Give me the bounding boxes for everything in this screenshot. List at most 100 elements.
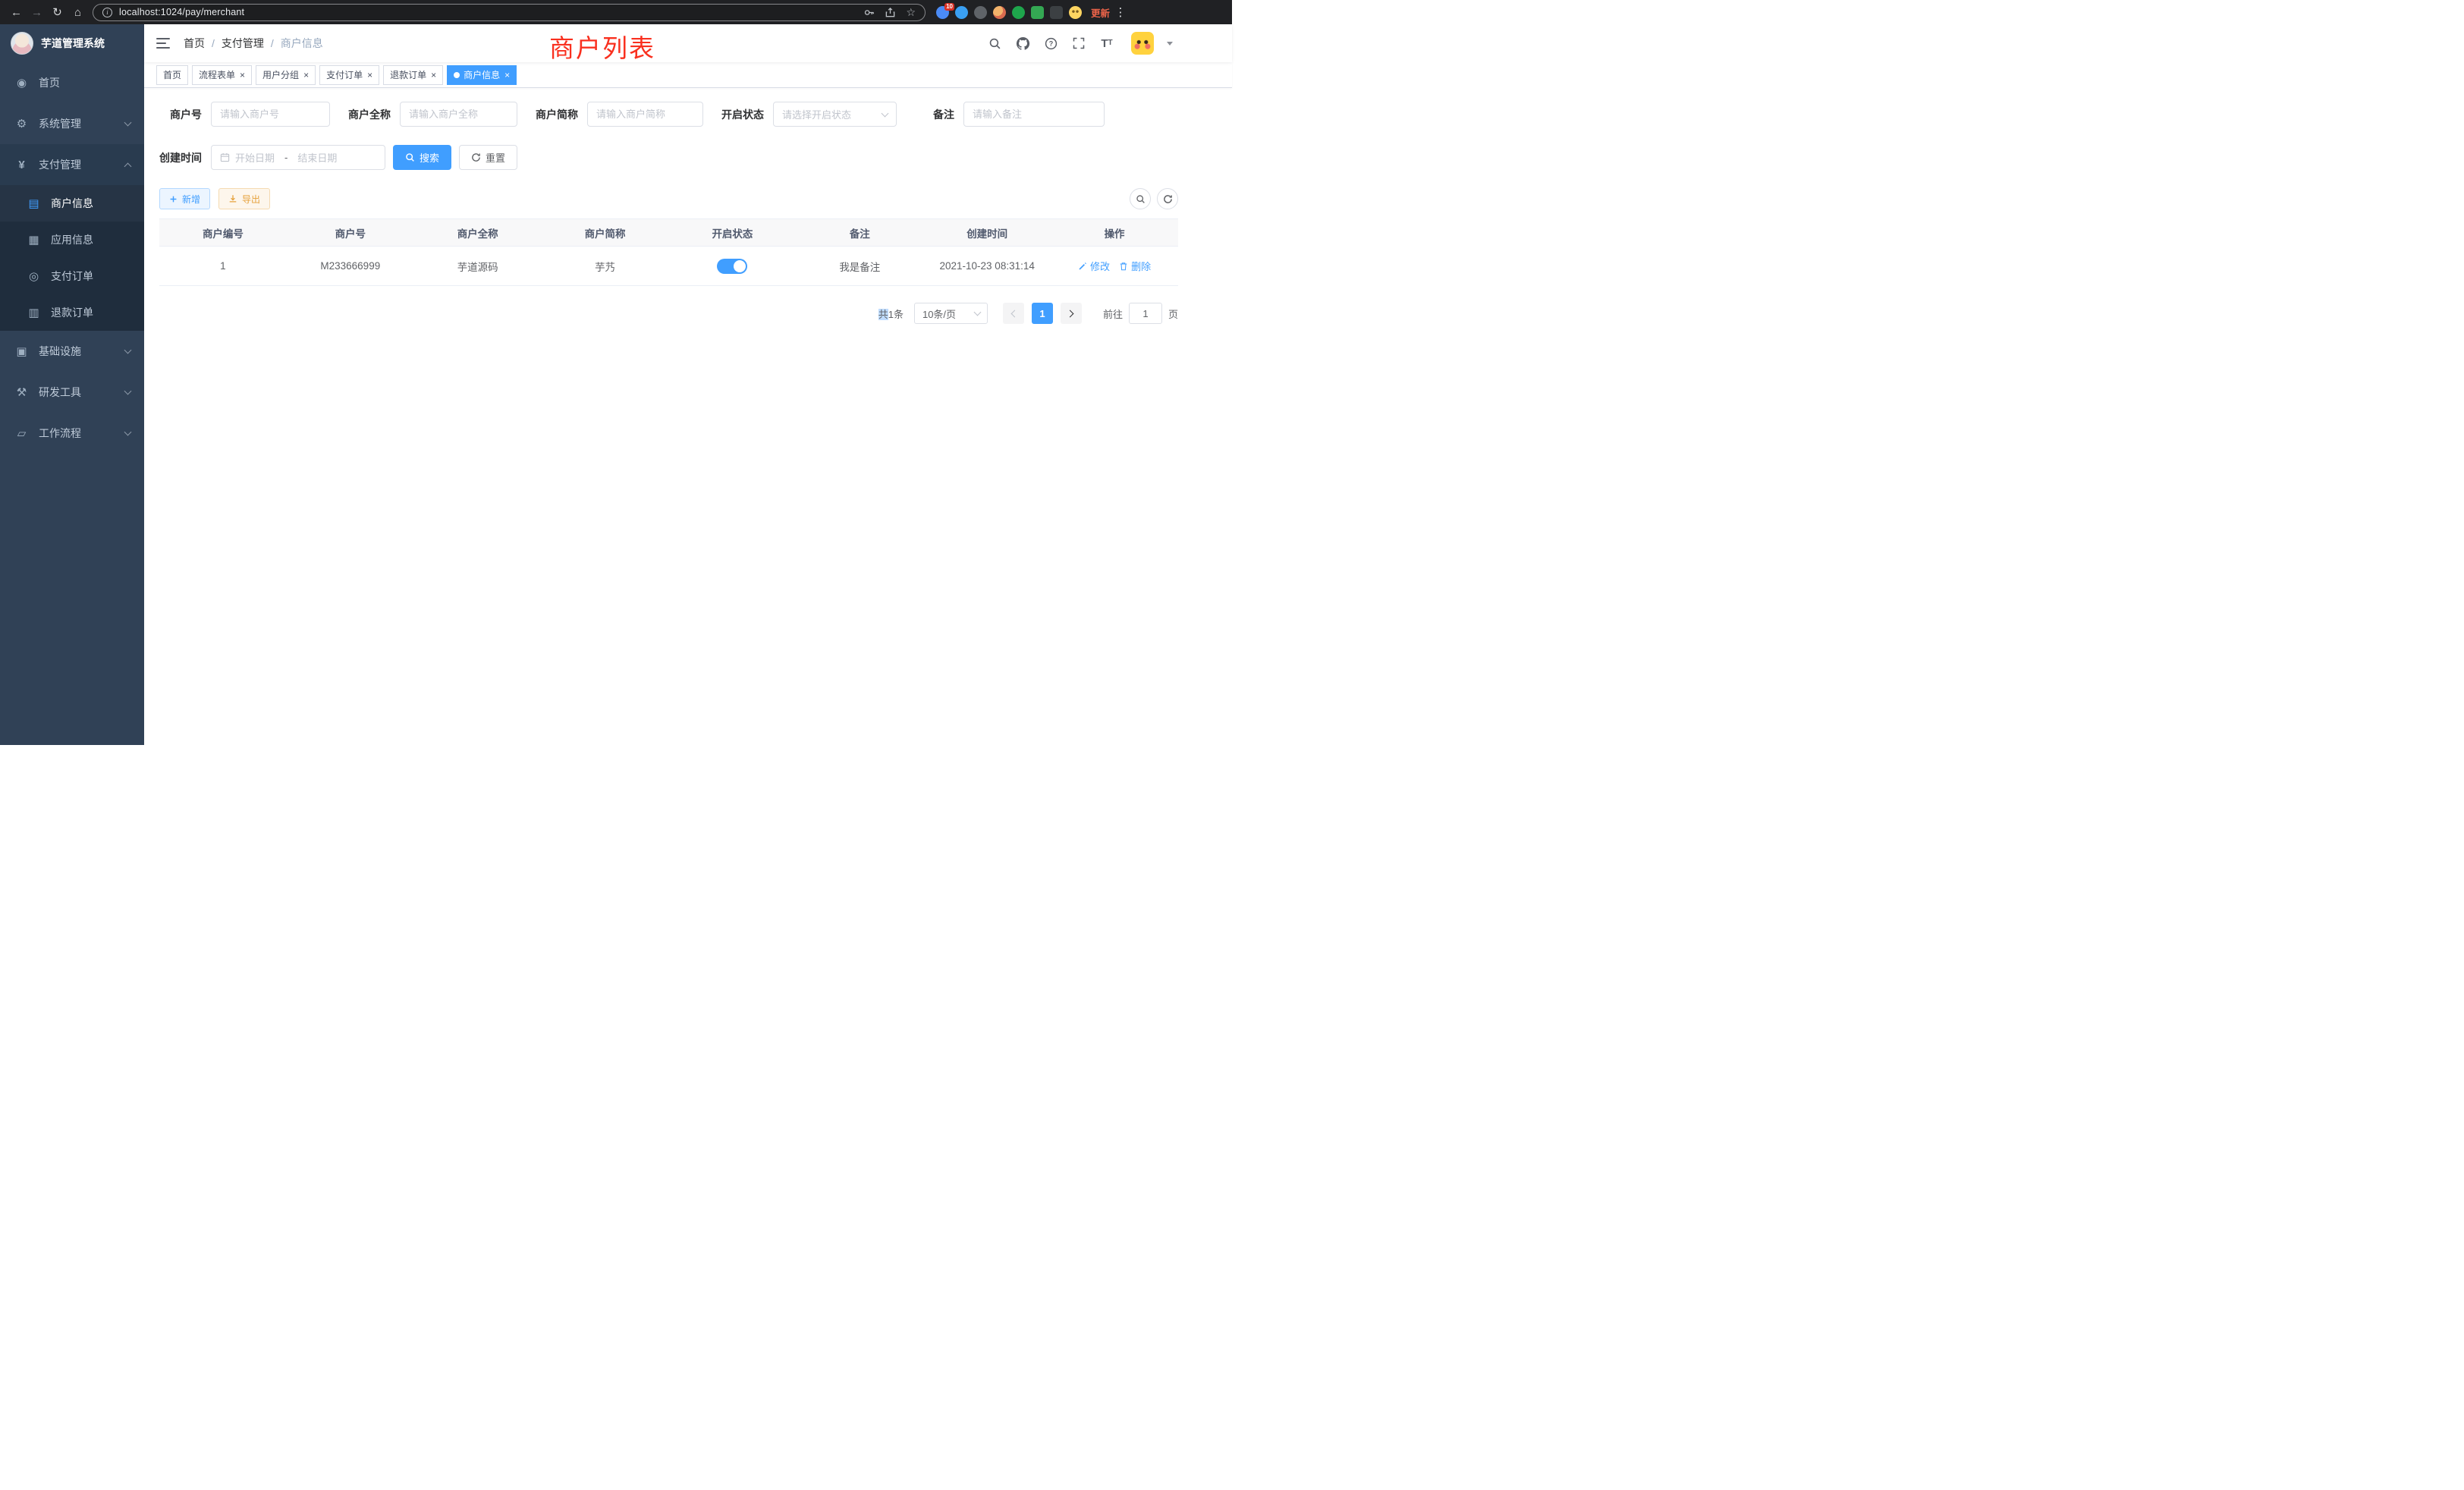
- status-toggle[interactable]: [717, 259, 747, 274]
- fullscreen-icon[interactable]: [1070, 35, 1087, 52]
- total-text: 共1条: [878, 306, 904, 321]
- tab-process-form[interactable]: 流程表单 ×: [192, 65, 252, 85]
- site-info-icon[interactable]: i: [102, 8, 112, 17]
- extension-icon-2[interactable]: [955, 6, 968, 19]
- breadcrumb-item-home[interactable]: 首页: [184, 36, 205, 51]
- cell-full-name: 芋道源码: [414, 259, 542, 274]
- extension-icon-3[interactable]: [974, 6, 987, 19]
- chevron-up-icon: [124, 162, 132, 170]
- export-button[interactable]: 导出: [218, 188, 270, 209]
- filter-short-name: 商户简称: [536, 102, 703, 127]
- url-text[interactable]: localhost:1024/pay/merchant: [119, 7, 244, 17]
- search-button[interactable]: 搜索: [393, 145, 451, 170]
- close-icon[interactable]: ×: [367, 71, 372, 80]
- tab-refund-order[interactable]: 退款订单 ×: [383, 65, 443, 85]
- field-label: 商户号: [159, 107, 202, 122]
- field-label: 备注: [933, 107, 954, 122]
- browser-update-button[interactable]: 更新: [1091, 5, 1110, 20]
- active-tab-dot: [454, 72, 460, 78]
- sidebar-item-infra[interactable]: ▣ 基础设施: [0, 331, 144, 372]
- tab-label: 流程表单: [199, 68, 235, 81]
- button-label: 重置: [486, 150, 505, 165]
- remark-input[interactable]: [973, 108, 1095, 120]
- sidebar-item-home[interactable]: ◉ 首页: [0, 62, 144, 103]
- sidebar-subitem-merchant-info[interactable]: ▤ 商户信息: [0, 185, 144, 222]
- column-header: 创建时间: [923, 225, 1051, 240]
- close-icon[interactable]: ×: [431, 71, 436, 80]
- delete-button[interactable]: 删除: [1119, 259, 1151, 273]
- toggle-search-button[interactable]: [1130, 188, 1151, 209]
- key-icon[interactable]: [863, 7, 875, 18]
- add-button[interactable]: 新增: [159, 188, 210, 209]
- tab-home[interactable]: 首页: [156, 65, 188, 85]
- github-icon[interactable]: [1014, 35, 1031, 52]
- column-header: 操作: [1051, 225, 1178, 240]
- bookmark-star-icon[interactable]: ☆: [906, 6, 916, 19]
- forward-icon[interactable]: →: [27, 2, 47, 23]
- extension-icon-6[interactable]: [1031, 6, 1044, 19]
- page-size-select[interactable]: 10条/页: [914, 303, 988, 324]
- app-logo-row[interactable]: 芋道管理系统: [0, 24, 144, 62]
- filter-row-2: 创建时间 开始日期 - 结束日期 搜索 重置: [159, 145, 1232, 170]
- page-size-value: 10条/页: [922, 306, 956, 321]
- refresh-icon: [1163, 194, 1173, 204]
- extension-icon-1[interactable]: 10: [936, 6, 949, 19]
- date-range-picker[interactable]: 开始日期 - 结束日期: [211, 145, 385, 170]
- table-header: 商户编号 商户号 商户全称 商户简称 开启状态 备注 创建时间 操作: [159, 219, 1178, 247]
- extension-icon-4[interactable]: [993, 6, 1006, 19]
- sidebar-subitem-app-info[interactable]: ▦ 应用信息: [0, 222, 144, 258]
- help-icon[interactable]: ?: [1042, 35, 1059, 52]
- back-icon[interactable]: ←: [6, 2, 27, 23]
- full-name-input[interactable]: [409, 108, 508, 120]
- sidebar-subitem-pay-order[interactable]: ◎ 支付订单: [0, 258, 144, 294]
- sidebar-item-label: 研发工具: [39, 385, 81, 400]
- refresh-table-button[interactable]: [1157, 188, 1178, 209]
- extension-badge: 10: [944, 3, 954, 11]
- merchant-table: 商户编号 商户号 商户全称 商户简称 开启状态 备注 创建时间 操作 1 M23…: [159, 218, 1178, 286]
- sidebar-item-label: 工作流程: [39, 426, 81, 441]
- extension-icon-5[interactable]: [1012, 6, 1025, 19]
- user-avatar[interactable]: [1131, 32, 1154, 55]
- share-icon[interactable]: [885, 7, 896, 18]
- extension-icon-8[interactable]: [1069, 6, 1082, 19]
- close-icon[interactable]: ×: [240, 71, 245, 80]
- reset-button[interactable]: 重置: [459, 145, 517, 170]
- url-bar[interactable]: i localhost:1024/pay/merchant ☆: [93, 4, 926, 21]
- prev-page-button[interactable]: [1003, 303, 1024, 324]
- link-label: 修改: [1090, 259, 1110, 273]
- close-icon[interactable]: ×: [303, 71, 309, 80]
- sidebar-item-workflow[interactable]: ▱ 工作流程: [0, 413, 144, 454]
- sidebar-item-label: 系统管理: [39, 116, 81, 131]
- next-page-button[interactable]: [1061, 303, 1082, 324]
- gear-icon: ⚙: [15, 117, 28, 130]
- sidebar-item-devtools[interactable]: ⚒ 研发工具: [0, 372, 144, 413]
- close-icon[interactable]: ×: [504, 71, 510, 80]
- field-label: 创建时间: [159, 150, 202, 165]
- tab-user-group[interactable]: 用户分组 ×: [256, 65, 316, 85]
- sidebar-item-payment[interactable]: ¥ 支付管理: [0, 144, 144, 185]
- tab-merchant-info[interactable]: 商户信息 ×: [447, 65, 517, 85]
- home-icon[interactable]: ⌂: [68, 2, 88, 23]
- browser-menu-icon[interactable]: ⋮: [1113, 5, 1128, 19]
- start-date-placeholder: 开始日期: [235, 150, 275, 165]
- reload-icon[interactable]: ↻: [47, 2, 68, 23]
- breadcrumb-separator: /: [212, 37, 215, 49]
- sidebar-subitem-refund-order[interactable]: ▥ 退款订单: [0, 294, 144, 331]
- search-icon[interactable]: [986, 35, 1003, 52]
- tab-label: 支付订单: [326, 68, 363, 81]
- merchant-no-input[interactable]: [220, 108, 321, 120]
- short-name-input[interactable]: [596, 108, 694, 120]
- sidebar-item-system[interactable]: ⚙ 系统管理: [0, 103, 144, 144]
- tab-pay-order[interactable]: 支付订单 ×: [319, 65, 379, 85]
- svg-text:?: ?: [1048, 39, 1053, 47]
- status-select[interactable]: 请选择开启状态: [773, 102, 897, 127]
- hamburger-icon[interactable]: [156, 38, 170, 49]
- edit-button[interactable]: 修改: [1078, 259, 1110, 273]
- breadcrumb-item-payment[interactable]: 支付管理: [222, 36, 264, 51]
- goto-page-input[interactable]: [1129, 303, 1162, 324]
- font-size-icon[interactable]: TT: [1098, 35, 1115, 52]
- page-number-1[interactable]: 1: [1032, 303, 1053, 324]
- extension-icon-7[interactable]: [1050, 6, 1063, 19]
- caret-down-icon[interactable]: [1167, 42, 1173, 46]
- app-title: 芋道管理系统: [41, 36, 105, 51]
